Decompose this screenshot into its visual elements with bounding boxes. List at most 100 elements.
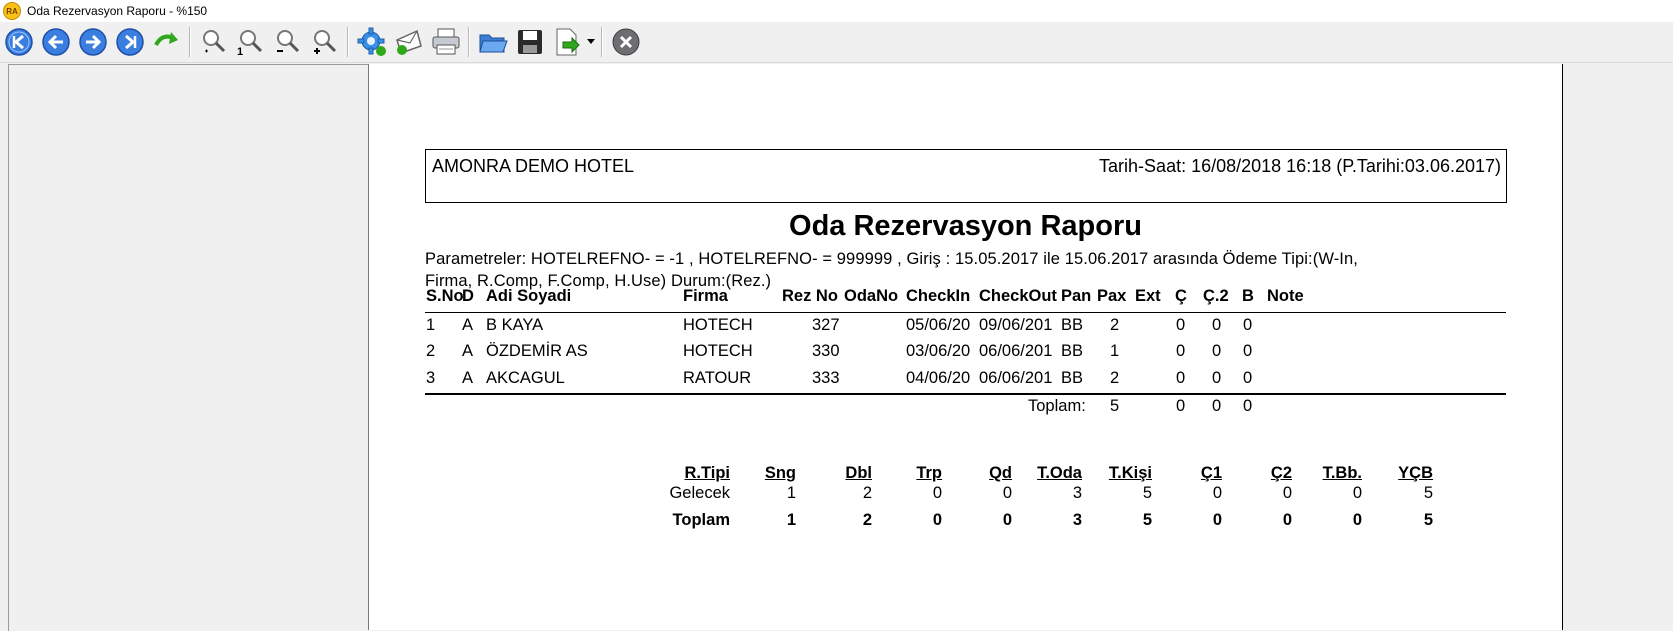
zoom-out-icon [277,30,300,53]
summary-total-cell: 0 [1002,511,1012,529]
previous-page-button[interactable] [38,24,74,60]
summary-header: Ç2 [1270,464,1292,482]
first-page-icon [5,28,33,56]
table-cell-checkout: 09/06/201 [979,316,1053,334]
table-cell-checkin: 03/06/20 [906,342,971,360]
table-cell-rezno: 333 [812,369,840,387]
toolbar-separator [468,27,470,57]
export-icon [556,28,580,56]
toolbar-separator [601,27,603,57]
left-pane [8,64,368,631]
next-page-icon [79,28,107,56]
title-bar: RA Oda Rezervasyon Raporu - %150 [0,0,1673,22]
summary-header: Ç1 [1200,464,1222,482]
table-cell-pax: 1 [1110,342,1120,360]
summary-cell: 5 [1423,484,1433,502]
toolbar: 1 [0,22,1673,63]
goto-page-button[interactable] [149,24,185,60]
summary-total-cell: 5 [1423,511,1433,529]
table-cell-pax: 2 [1110,369,1120,387]
zoom-actual-label: 1 [237,46,244,58]
mail-icon [396,29,422,55]
summary-total-cell: 5 [1142,511,1152,529]
summary-cell: 0 [1212,484,1222,502]
report-header-box: AMONRA DEMO HOTEL Tarih-Saat: 16/08/2018… [425,149,1507,203]
summary-header: Qd [989,464,1012,482]
summary-cell: 5 [1142,484,1152,502]
export-button[interactable] [549,24,585,60]
column-header-pax: Pax [1097,287,1127,305]
zoom-fit-icon [203,30,226,53]
total-b: 0 [1243,397,1253,415]
table-cell-checkin: 05/06/20 [906,316,971,334]
summary-total-cell: 0 [1212,511,1222,529]
zoom-in-button[interactable] [307,24,343,60]
summary-total-cell: 2 [862,511,872,529]
zoom-fit-button[interactable] [196,24,232,60]
table-cell-c: 0 [1176,316,1186,334]
summary-header: Dbl [845,464,872,482]
toolbar-separator [347,27,349,57]
chevron-down-icon [587,39,595,44]
header-divider [425,312,1506,313]
total-c2: 0 [1212,397,1222,415]
print-button[interactable] [428,24,464,60]
table-cell-c: 0 [1176,369,1186,387]
floppy-icon [518,30,542,54]
table-cell-checkout: 06/06/201 [979,369,1053,387]
table-cell-c2: 0 [1212,369,1222,387]
table-cell-c: 0 [1176,342,1186,360]
table-cell-firma: RATOUR [683,369,752,387]
summary-cell: 0 [1002,484,1012,502]
zoom-out-button[interactable] [270,24,306,60]
settings-button[interactable] [354,24,390,60]
column-header-note: Note [1267,287,1304,305]
column-header-checkout: CheckOut [979,287,1057,305]
export-dropdown-button[interactable] [585,24,597,60]
summary-cell: 0 [1352,484,1362,502]
first-page-button[interactable] [1,24,37,60]
zoom-in-icon [314,30,337,54]
total-label: Toplam: [1028,397,1086,415]
table-cell-firma: HOTECH [683,342,753,360]
table-cell-rezno: 330 [812,342,840,360]
summary-total-cell: 3 [1072,511,1082,529]
table-cell-d: A [462,342,474,360]
summary-cell: 2 [862,484,872,502]
open-button[interactable] [475,24,511,60]
column-header-firma: Firma [683,287,728,305]
table-cell-name: AKCAGUL [486,369,565,387]
summary-header: Sng [764,464,796,482]
total-divider [425,393,1506,395]
close-button[interactable] [608,24,644,60]
hotel-name: AMONRA DEMO HOTEL [432,156,635,176]
summary-cell: 0 [932,484,942,502]
last-page-icon [116,28,144,56]
summary-cell: 0 [1282,484,1292,502]
last-page-button[interactable] [112,24,148,60]
report-parameters: Parametreler: HOTELREFNO- = -1 , HOTELRE… [425,248,1505,292]
next-page-button[interactable] [75,24,111,60]
gear-icon [357,27,386,56]
close-icon [612,28,640,56]
column-header-ext: Ext [1135,287,1161,305]
summary-total-cell: 0 [1282,511,1292,529]
column-header-sno: S.No [426,287,464,305]
send-mail-button[interactable] [391,24,427,60]
printer-icon [432,28,460,55]
summary-total-cell: Toplam [672,511,730,529]
save-button[interactable] [512,24,548,60]
column-header-c2: Ç.2 [1203,287,1229,305]
table-cell-b: 0 [1243,369,1253,387]
column-header-b: B [1242,287,1254,305]
table-cell-sno: 1 [426,316,436,334]
table-cell-pax: 2 [1110,316,1120,334]
summary-cell: 1 [786,484,796,502]
summary-cell: Gelecek [669,484,730,502]
zoom-actual-button[interactable]: 1 [233,24,269,60]
report-page[interactable]: AMONRA DEMO HOTEL Tarih-Saat: 16/08/2018… [368,64,1564,630]
window-title: Oda Rezervasyon Raporu - %150 [27,4,208,18]
table-cell-name: B KAYA [486,316,544,334]
total-c: 0 [1176,397,1186,415]
table-cell-d: A [462,369,474,387]
